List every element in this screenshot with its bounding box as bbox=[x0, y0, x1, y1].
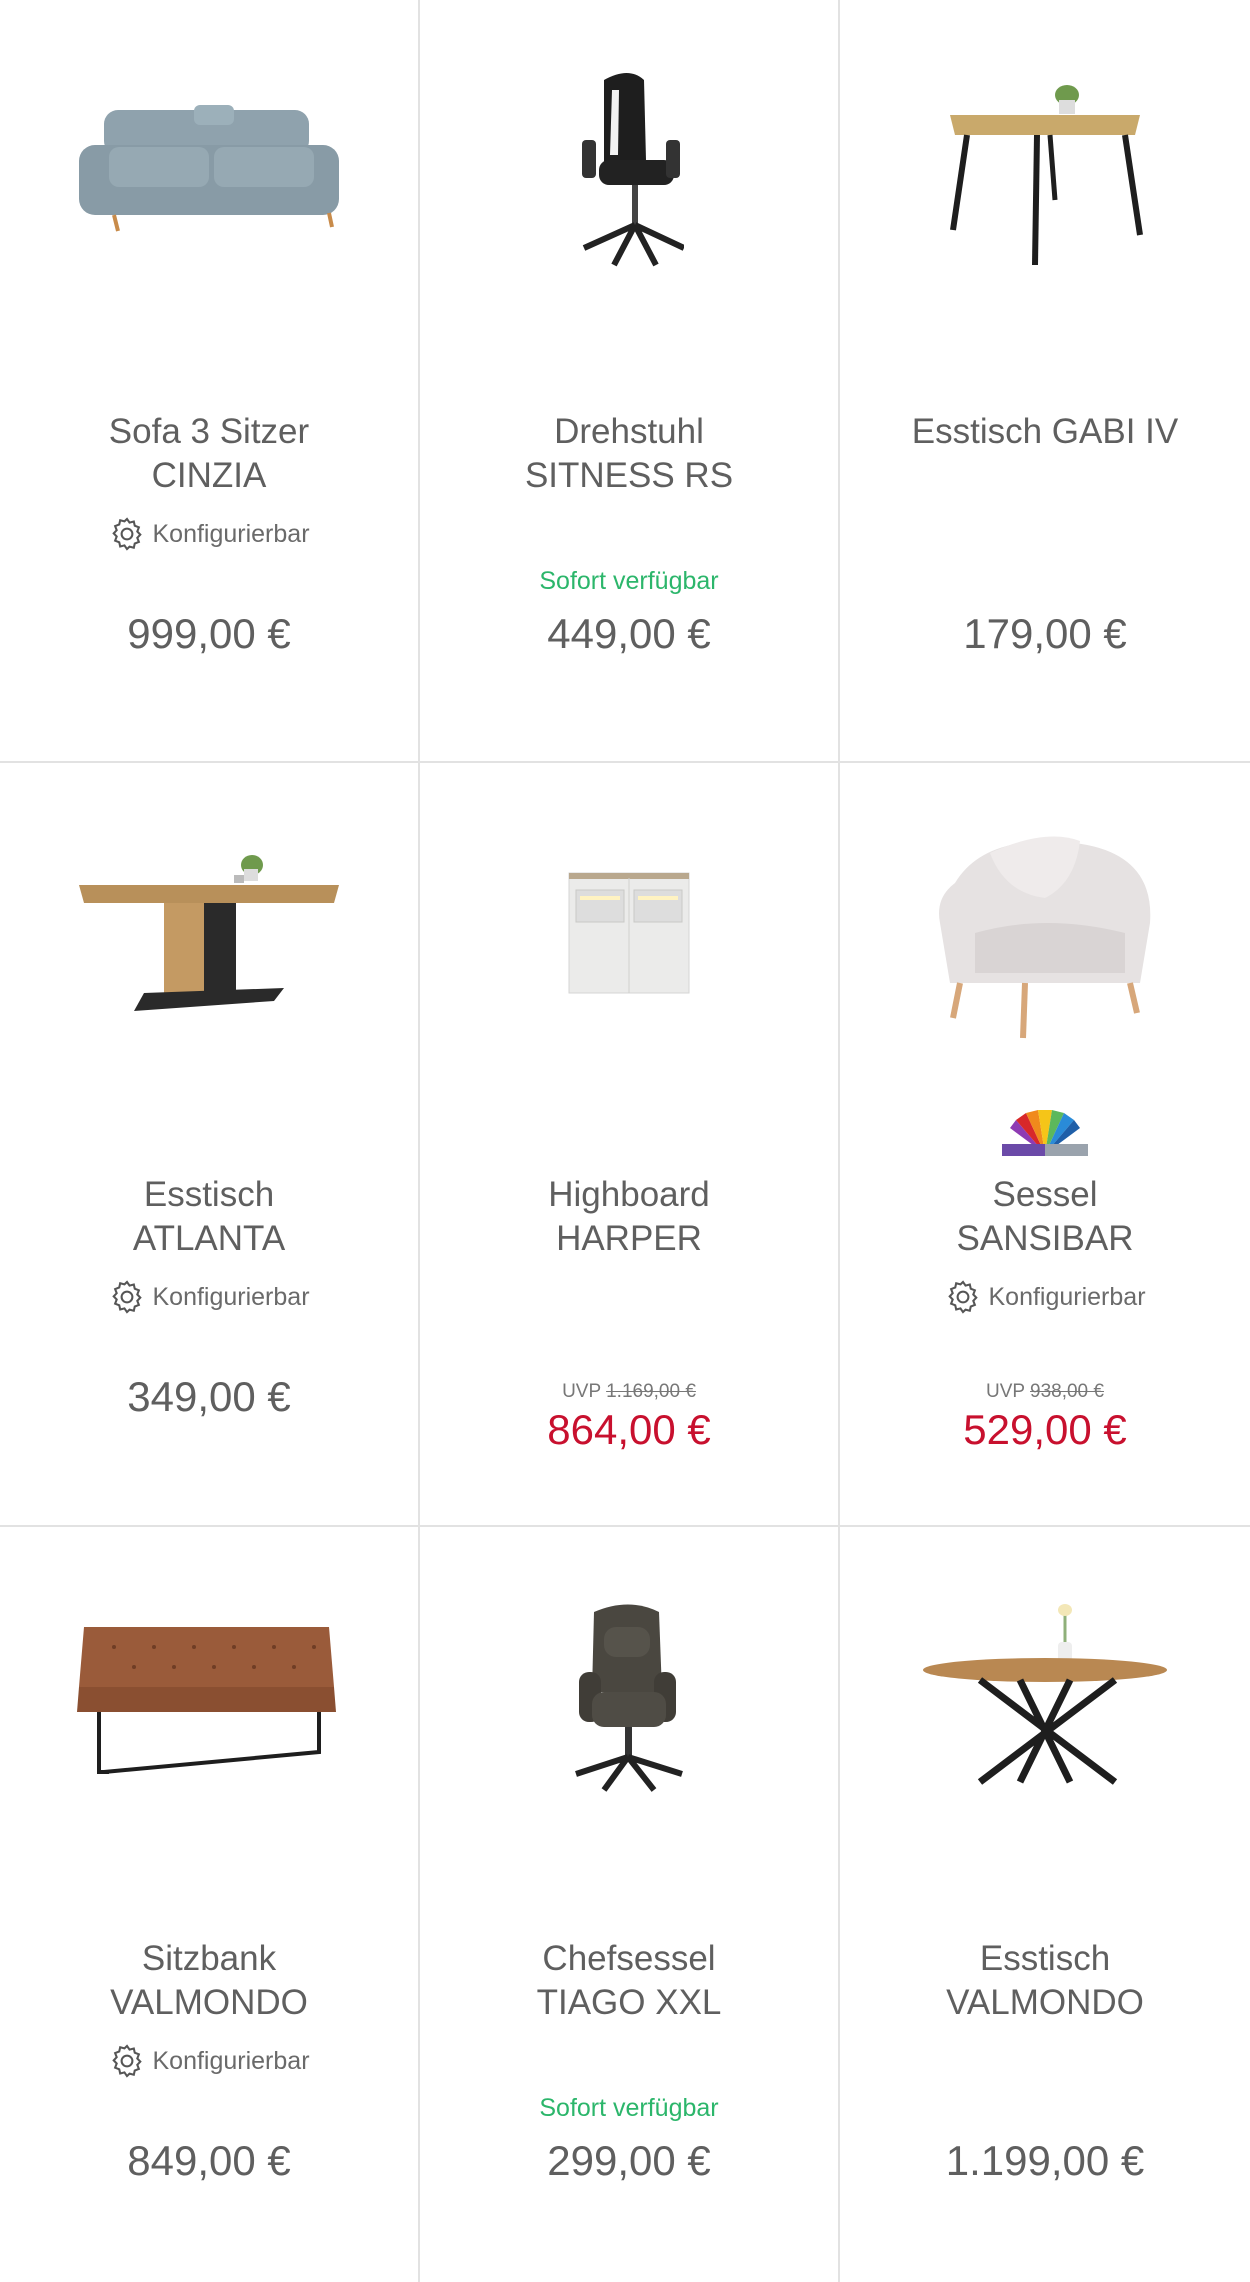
product-image-oval-table[interactable] bbox=[840, 1567, 1250, 1827]
product-title[interactable]: Esstisch GABI IV bbox=[860, 410, 1230, 454]
gear-icon bbox=[948, 1280, 979, 1314]
product-card[interactable]: Sofa 3 Sitzer CINZIA Konfigurierbar 999,… bbox=[0, 0, 418, 761]
product-price: 299,00 € bbox=[547, 2137, 711, 2184]
color-options[interactable] bbox=[840, 1108, 1250, 1158]
product-card[interactable]: Esstisch ATLANTA Konfigurierbar 349,00 € bbox=[0, 763, 418, 1525]
product-image-extendable-table[interactable] bbox=[0, 803, 418, 1063]
product-card[interactable]: Sitzbank VALMONDO Konfigurierbar 849,00 … bbox=[0, 1527, 418, 2282]
gear-icon bbox=[112, 517, 143, 551]
uvp-price: UVP 938,00 € bbox=[986, 1381, 1104, 1402]
gear-icon bbox=[112, 1280, 143, 1314]
color-fan-icon bbox=[1002, 1110, 1088, 1156]
sale-price: 864,00 € bbox=[547, 1406, 711, 1453]
gear-icon bbox=[112, 2044, 143, 2078]
product-price: 1.199,00 € bbox=[945, 2137, 1145, 2184]
configurable-badge: Konfigurierbar bbox=[0, 515, 418, 553]
uvp-price: UVP 1.169,00 € bbox=[562, 1381, 696, 1402]
product-card[interactable]: Esstisch GABI IV 179,00 € bbox=[840, 0, 1250, 761]
product-price: 449,00 € bbox=[547, 610, 711, 657]
sale-price: 529,00 € bbox=[963, 1406, 1127, 1453]
product-title[interactable]: Sitzbank VALMONDO bbox=[20, 1937, 398, 2025]
product-card[interactable]: Sessel SANSIBAR Konfigurierbar UVP 938,0… bbox=[840, 763, 1250, 1525]
product-card[interactable]: Chefsessel TIAGO XXL Sofort verfügbar 29… bbox=[420, 1527, 838, 2282]
product-title[interactable]: Sessel SANSIBAR bbox=[860, 1173, 1230, 1261]
product-image-office-chair[interactable] bbox=[420, 40, 838, 300]
product-price: 349,00 € bbox=[127, 1373, 291, 1420]
product-image-armchair[interactable] bbox=[840, 803, 1250, 1063]
configurable-badge: Konfigurierbar bbox=[0, 2042, 418, 2080]
product-image-highboard[interactable] bbox=[420, 803, 838, 1063]
product-price: 849,00 € bbox=[127, 2137, 291, 2184]
product-title[interactable]: Esstisch ATLANTA bbox=[20, 1173, 398, 1261]
configurable-badge: Konfigurierbar bbox=[0, 1278, 418, 1316]
product-price: 179,00 € bbox=[963, 610, 1127, 657]
product-title[interactable]: Sofa 3 Sitzer CINZIA bbox=[20, 410, 398, 498]
product-price: 999,00 € bbox=[127, 610, 291, 657]
configurable-badge: Konfigurierbar bbox=[840, 1278, 1250, 1316]
product-card[interactable]: Highboard HARPER UVP 1.169,00 € 864,00 € bbox=[420, 763, 838, 1525]
availability-status: Sofort verfügbar bbox=[539, 2094, 719, 2122]
availability-status: Sofort verfügbar bbox=[539, 567, 719, 595]
product-image-executive-chair[interactable] bbox=[420, 1567, 838, 1827]
product-title[interactable]: Esstisch VALMONDO bbox=[860, 1937, 1230, 2025]
product-image-sofa[interactable] bbox=[0, 40, 418, 300]
product-title[interactable]: Drehstuhl SITNESS RS bbox=[440, 410, 818, 498]
product-image-dining-table[interactable] bbox=[840, 40, 1250, 300]
product-title[interactable]: Chefsessel TIAGO XXL bbox=[440, 1937, 818, 2025]
product-title[interactable]: Highboard HARPER bbox=[440, 1173, 818, 1261]
product-card[interactable]: Esstisch VALMONDO 1.199,00 € bbox=[840, 1527, 1250, 2282]
product-card[interactable]: Drehstuhl SITNESS RS Sofort verfügbar 44… bbox=[420, 0, 838, 761]
product-image-bench[interactable] bbox=[0, 1567, 418, 1827]
